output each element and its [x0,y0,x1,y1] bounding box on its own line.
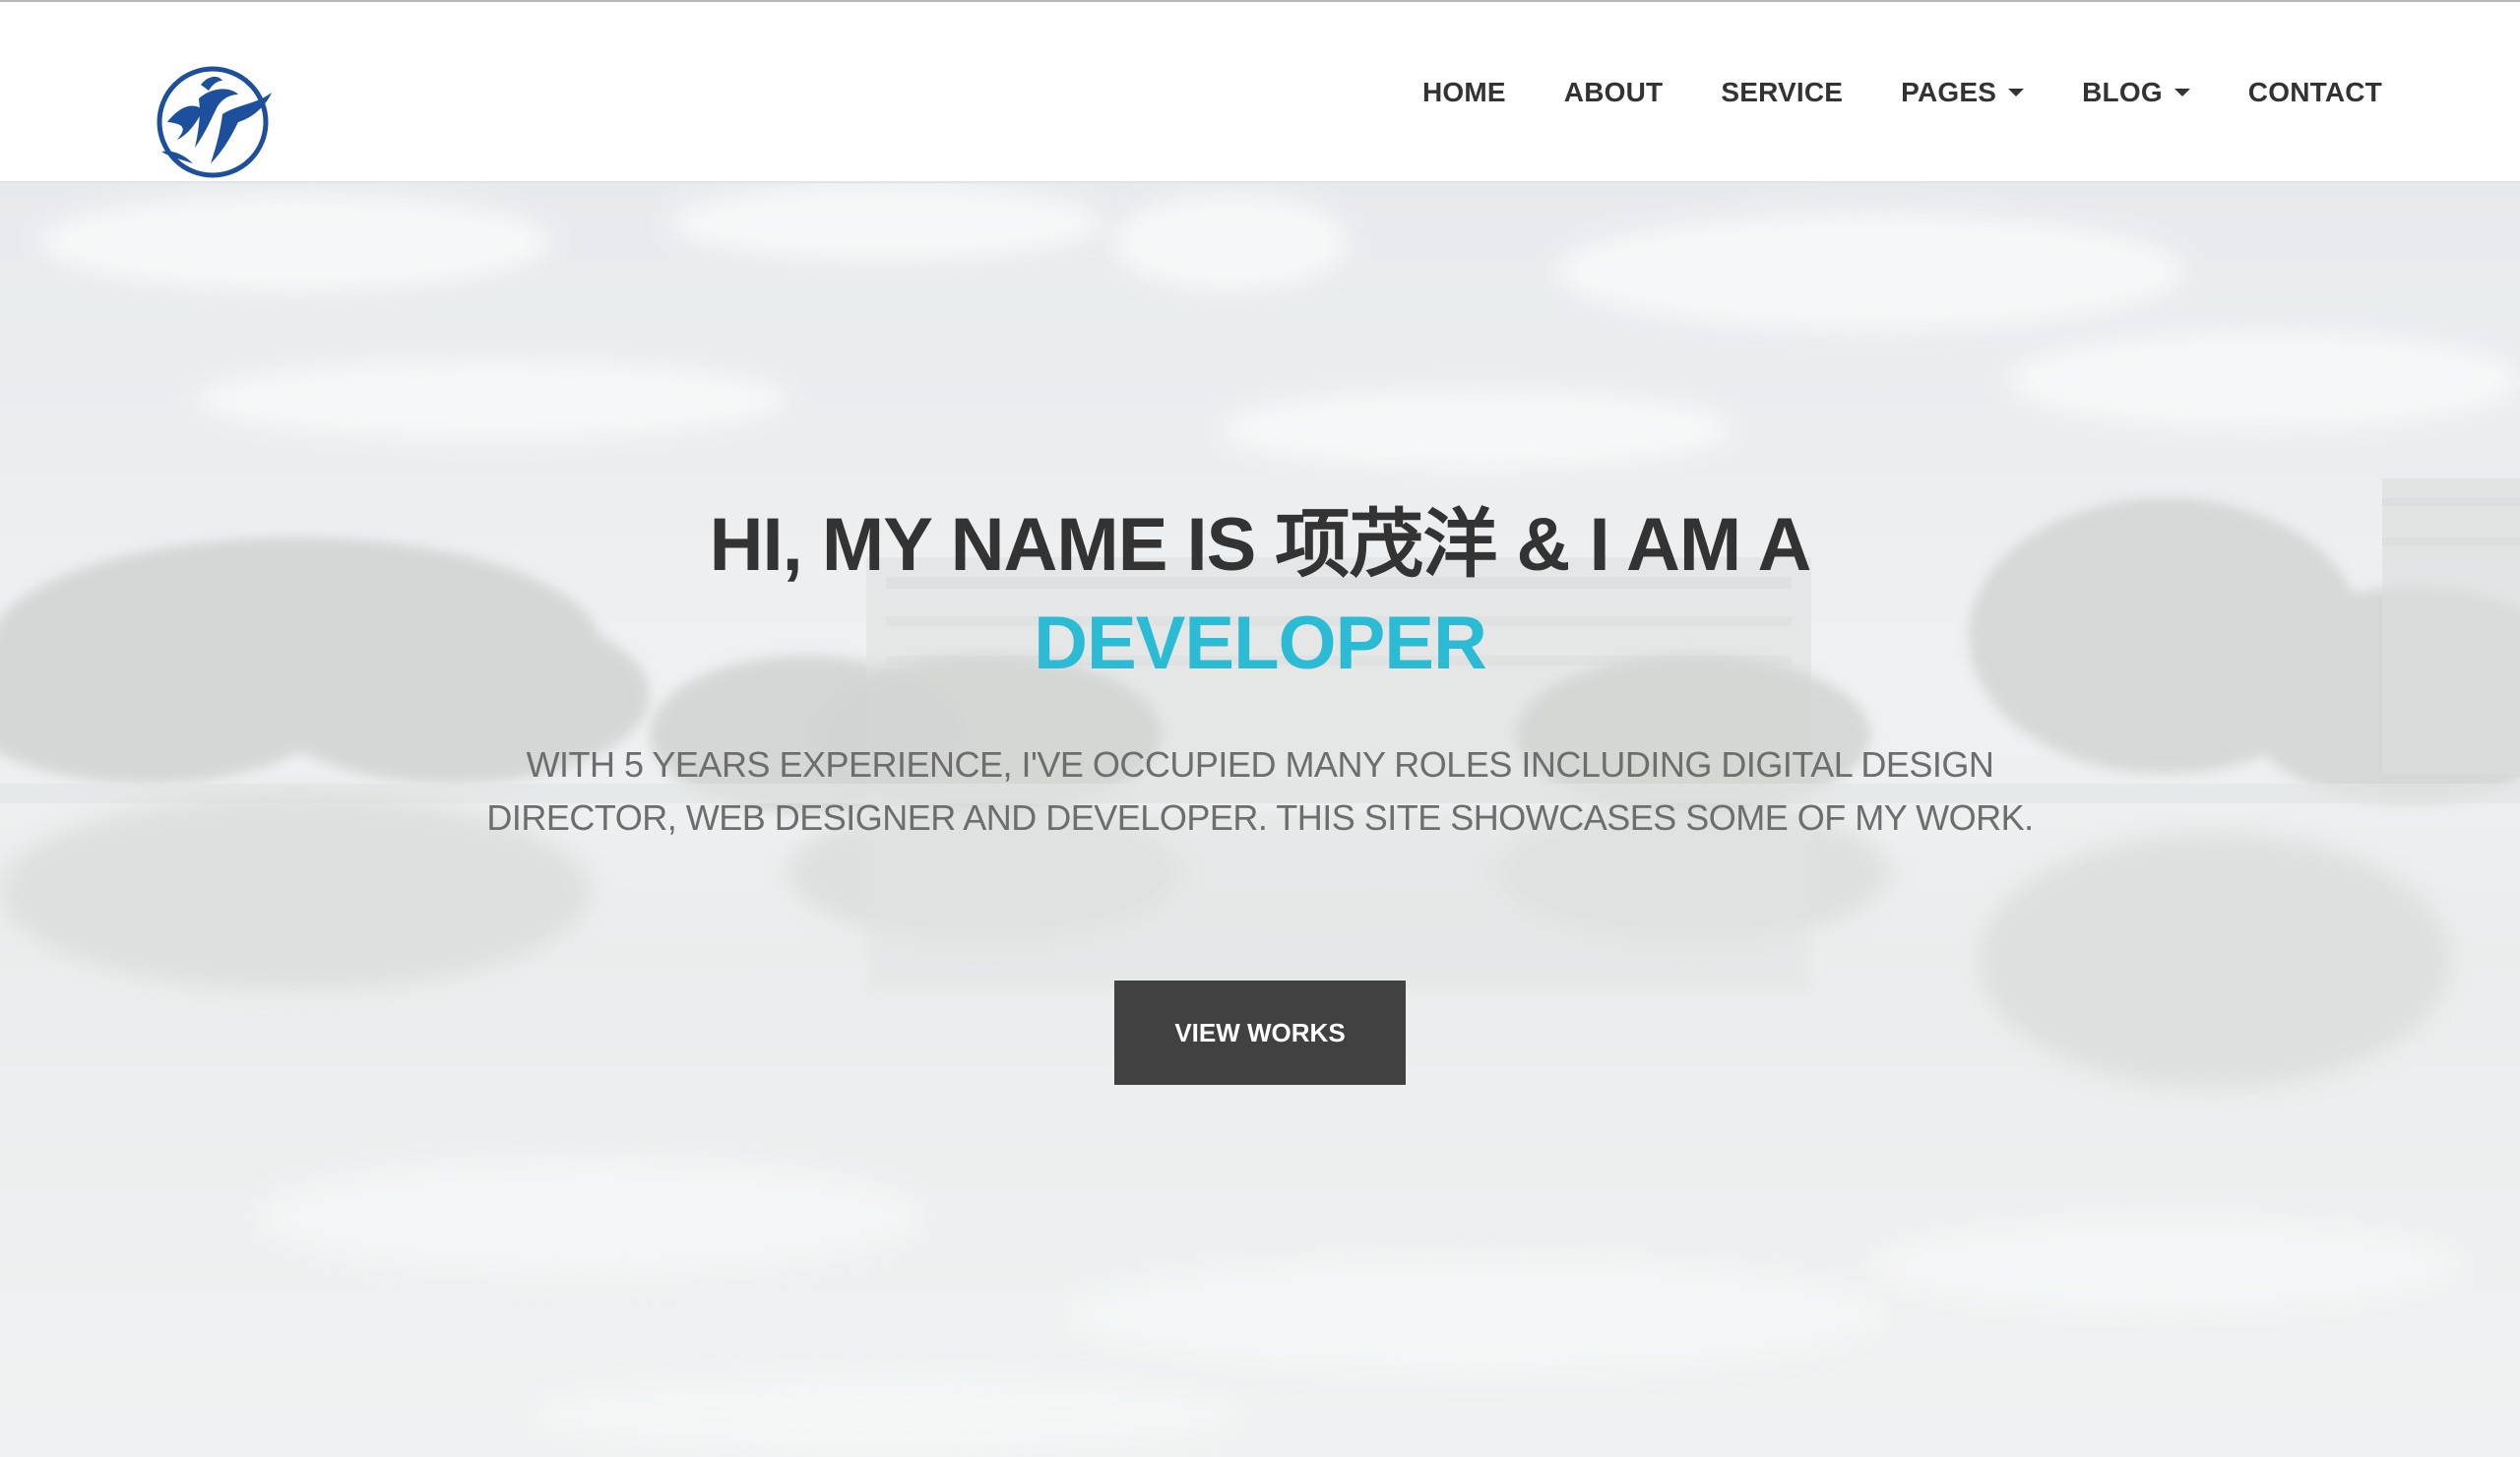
nav-item-blog[interactable]: BLOG [2082,77,2190,108]
main-nav: HOME ABOUT SERVICE PAGES BLOG CONTACT [1364,63,2382,122]
navbar: HOME ABOUT SERVICE PAGES BLOG CONTACT [0,2,2520,183]
hero-section: HI, MY NAME IS 项茂洋 & I AM A DEVELOPER WI… [0,183,2520,1457]
hero-headline-text: HI, MY NAME IS 项茂洋 & I AM A [709,503,1812,587]
bird-emblem-logo-icon [157,66,272,178]
view-works-button[interactable]: VIEW WORKS [1114,981,1406,1085]
nav-item-label: HOME [1421,77,1506,107]
site-logo[interactable] [144,65,284,179]
nav-item-label: CONTACT [2247,77,2382,107]
hero-intro-text: WITH 5 YEARS EXPERIENCE, I'VE OCCUPIED M… [486,744,2034,838]
nav-item-label: BLOG [2082,77,2163,107]
caret-down-icon [2174,89,2190,96]
nav-item-label: ABOUT [1563,77,1664,107]
nav-item-service[interactable]: SERVICE [1721,77,1843,108]
hero-role-text: DEVELOPER [1034,602,1487,685]
nav-item-label: PAGES [1901,77,1997,107]
caret-down-icon [2008,89,2025,96]
nav-item-home[interactable]: HOME [1422,77,1506,108]
nav-item-about[interactable]: ABOUT [1564,77,1664,108]
page: HOME ABOUT SERVICE PAGES BLOG CONTACT HI… [0,0,2520,1457]
nav-item-pages[interactable]: PAGES [1901,77,2025,108]
hero-headline: HI, MY NAME IS 项茂洋 & I AM A DEVELOPER [0,496,2520,693]
nav-item-label: SERVICE [1721,77,1844,107]
nav-item-contact[interactable]: CONTACT [2248,77,2382,108]
